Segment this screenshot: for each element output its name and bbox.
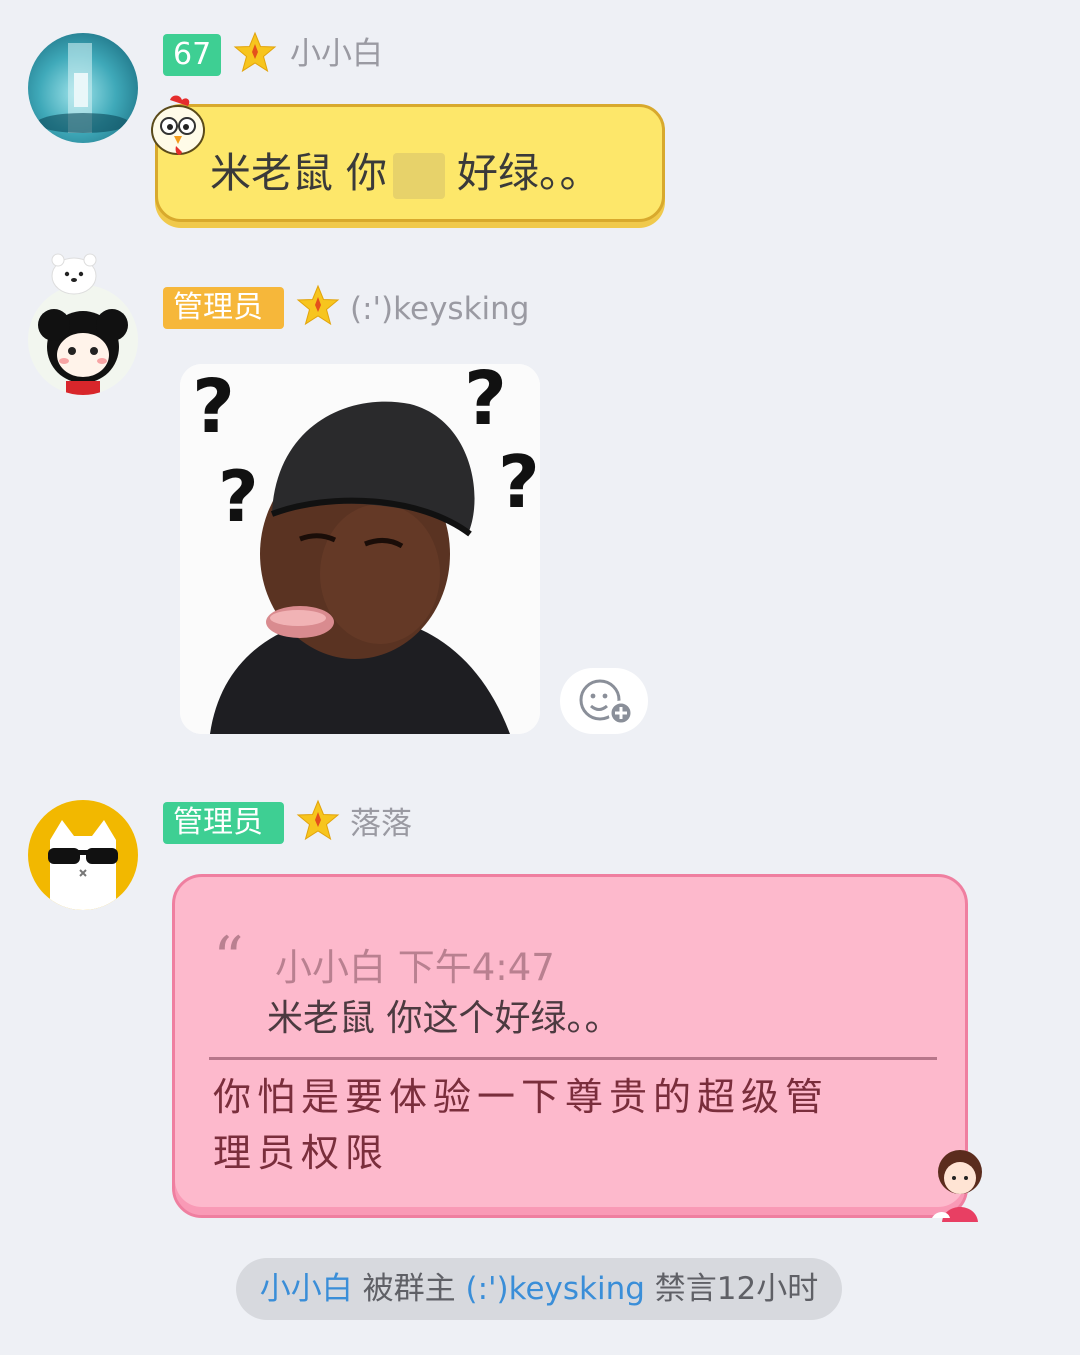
question-mark: ?	[464, 364, 507, 442]
star-icon	[233, 31, 277, 73]
sender-name[interactable]: 小小白	[290, 33, 383, 75]
admin-badge: 管理员	[163, 802, 284, 844]
notice-target-link[interactable]: 小小白	[260, 1271, 353, 1307]
avatar[interactable]	[28, 800, 138, 910]
quote-time: 下午4:47	[397, 946, 555, 989]
question-mark: ?	[192, 364, 235, 450]
quote-header: 小小白 下午4:47	[275, 937, 555, 991]
add-sticker-icon	[579, 679, 634, 726]
mute-notice: 小小白 被群主 (:')keysking 禁言12小时	[236, 1258, 842, 1320]
message-bubble[interactable]: “ 小小白 下午4:47 米老鼠 你这个好绿。。 你怕是要体验一下尊贵的超级管理…	[172, 874, 968, 1218]
message-bubble[interactable]: 米老鼠 你好绿。。	[155, 104, 665, 222]
star-icon	[296, 284, 340, 326]
sender-name[interactable]: 落落	[350, 803, 412, 845]
message-text: 你怕是要体验一下尊贵的超级管理员权限	[213, 1075, 830, 1175]
chicken-icon	[151, 95, 205, 155]
admin-badge: 管理员	[163, 287, 284, 329]
question-mark: ?	[218, 456, 259, 538]
polar-bear-icon	[51, 253, 97, 295]
avatar[interactable]	[28, 285, 138, 395]
message-text: 米老鼠 你好绿。。	[210, 149, 601, 199]
quote-text: 米老鼠 你这个好绿。。	[267, 998, 621, 1039]
sender-name[interactable]: (:')keysking	[350, 288, 529, 330]
avatar[interactable]	[28, 33, 138, 143]
divider	[209, 1057, 937, 1060]
star-icon	[296, 799, 340, 841]
notice-actor-link[interactable]: (:')keysking	[465, 1271, 644, 1307]
add-sticker-button[interactable]	[560, 668, 648, 734]
level-badge: 67	[163, 34, 221, 76]
redacted-mark	[393, 153, 446, 199]
quote-icon: “	[213, 924, 244, 994]
question-mark: ?	[498, 440, 540, 524]
girl-sticker-icon	[932, 1150, 982, 1222]
quote-author[interactable]: 小小白	[275, 946, 386, 989]
sticker-image[interactable]: ? ? ? ?	[180, 364, 540, 734]
